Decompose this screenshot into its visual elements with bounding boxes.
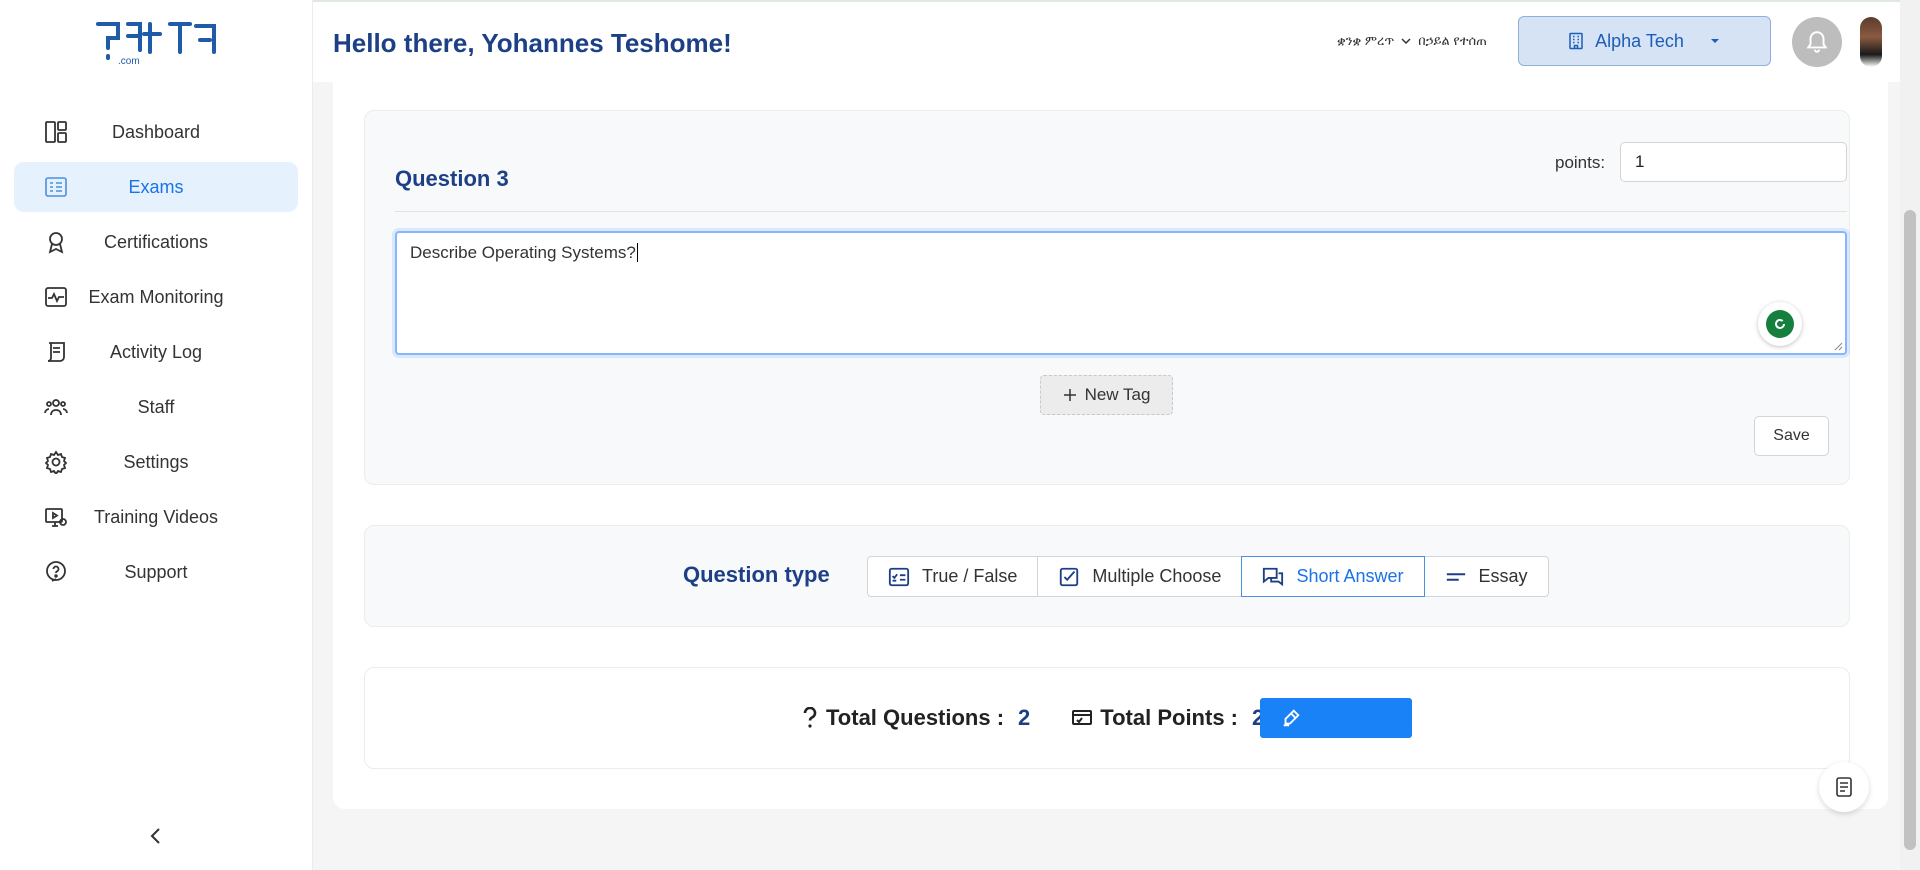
bell-icon [1806, 31, 1828, 53]
sidebar-item-exam-monitoring[interactable]: Exam Monitoring [14, 272, 298, 322]
sidebar-item-label: Certifications [103, 231, 209, 252]
type-label: Multiple Choose [1092, 566, 1222, 586]
type-essay-button[interactable]: Essay [1423, 556, 1549, 597]
sidebar-item-label: Exams [128, 176, 184, 197]
building-icon [1569, 32, 1583, 50]
main-panel: Question 3 points: Describe Operating Sy… [333, 80, 1888, 809]
notifications-button[interactable] [1792, 17, 1842, 67]
language-value: በኃይል የተሰጠ [1418, 33, 1487, 48]
question-type-label: Question type [683, 562, 830, 587]
totals-card: Total Questions : 2 Total Points : 2 [364, 667, 1850, 769]
sidebar-item-exams[interactable]: Exams [14, 162, 298, 212]
type-label: Short Answer [1296, 566, 1404, 586]
type-short-answer-button[interactable]: Short Answer [1241, 556, 1425, 597]
type-label: Essay [1478, 566, 1528, 586]
chat-bubbles-icon [1263, 567, 1284, 586]
type-label: True / False [922, 566, 1018, 586]
divider [395, 211, 1847, 212]
sidebar-item-label: Support [124, 561, 188, 582]
type-true-false-button[interactable]: True / False [867, 556, 1039, 597]
greeting-title: Hello there, Yohannes Teshome! [333, 28, 732, 58]
chevron-down-icon [1401, 38, 1411, 45]
total-points-label: Total Points : [1100, 705, 1238, 730]
total-points: Total Points : 2 [1072, 705, 1264, 731]
collapse-sidebar-button[interactable] [146, 826, 166, 846]
sidebar-item-label: Exam Monitoring [88, 286, 224, 307]
question-text: Describe Operating Systems? [410, 243, 636, 262]
brand-logo[interactable]: .com [94, 18, 220, 68]
scrollbar-thumb[interactable] [1904, 210, 1916, 850]
points-input[interactable] [1620, 142, 1847, 182]
essay-lines-icon [1446, 572, 1465, 581]
sidebar-item-staff[interactable]: Staff [14, 382, 298, 432]
sidebar: .com Dashboard Exams Certifications Exam… [0, 0, 313, 870]
logo-glyphs-icon: .com [96, 22, 216, 67]
sidebar-item-support[interactable]: Support [14, 547, 298, 597]
checkbox-icon [1060, 567, 1079, 586]
sidebar-item-label: Training Videos [93, 506, 219, 527]
sidebar-item-certifications[interactable]: Certifications [14, 217, 298, 267]
top-header: Hello there, Yohannes Teshome! ቋንቋ ምረጥ በ… [313, 2, 1900, 82]
sidebar-item-activity-log[interactable]: Activity Log [14, 327, 298, 377]
sidebar-item-settings[interactable]: Settings [14, 437, 298, 487]
text-caret [636, 243, 638, 262]
page-scrollbar[interactable] [1900, 0, 1920, 870]
points-card-icon [1072, 710, 1093, 725]
question-card: Question 3 points: Describe Operating Sy… [364, 110, 1850, 485]
question-mark-icon [803, 707, 817, 728]
edit-pencil-icon [1283, 709, 1300, 727]
sidebar-item-training-videos[interactable]: Training Videos [14, 492, 298, 542]
sidebar-item-dashboard[interactable]: Dashboard [14, 107, 298, 157]
svg-text:.com: .com [118, 56, 140, 67]
save-button[interactable]: Save [1754, 416, 1829, 456]
sidebar-item-label: Activity Log [109, 341, 203, 362]
language-selector[interactable]: ቋንቋ ምረጥ በኃይል የተሰጠ [1337, 33, 1487, 49]
total-questions-label: Total Questions : [826, 705, 1005, 730]
caret-down-icon [1710, 39, 1719, 43]
new-tag-button[interactable]: New Tag [1040, 375, 1173, 415]
points-label: points: [1555, 153, 1606, 172]
new-tag-label: New Tag [1084, 385, 1151, 404]
document-icon [1836, 777, 1852, 797]
sidebar-nav: Dashboard Exams Certifications Exam Moni… [14, 107, 298, 602]
organization-dropdown[interactable]: Alpha Tech [1518, 16, 1771, 66]
plus-icon [1063, 389, 1076, 401]
question-text-input[interactable]: Describe Operating Systems? [395, 231, 1847, 355]
organization-name: Alpha Tech [1595, 30, 1684, 51]
question-title: Question 3 [395, 166, 509, 191]
true-false-icon [888, 567, 910, 586]
language-label: ቋንቋ ምረጥ [1337, 33, 1395, 48]
type-multiple-choose-button[interactable]: Multiple Choose [1037, 556, 1243, 597]
resize-handle-icon[interactable] [1831, 339, 1843, 351]
floating-notes-button[interactable] [1819, 762, 1869, 812]
sidebar-item-label: Dashboard [111, 121, 201, 142]
sidebar-item-label: Staff [137, 396, 175, 417]
grammarly-icon [1766, 310, 1794, 338]
total-questions-value: 2 [1018, 705, 1031, 730]
chevron-left-icon [150, 828, 160, 844]
edit-button[interactable] [1260, 698, 1412, 738]
question-type-card: Question type True / False Multiple Choo… [364, 525, 1850, 627]
total-questions: Total Questions : 2 [802, 705, 1030, 731]
totals-summary: Total Questions : 2 Total Points : 2 [802, 705, 1264, 731]
grammarly-button[interactable] [1758, 302, 1802, 346]
avatar[interactable] [1860, 17, 1882, 67]
question-type-selector: True / False Multiple Choose Short Answe… [867, 556, 1549, 597]
sidebar-item-label: Settings [123, 451, 189, 472]
